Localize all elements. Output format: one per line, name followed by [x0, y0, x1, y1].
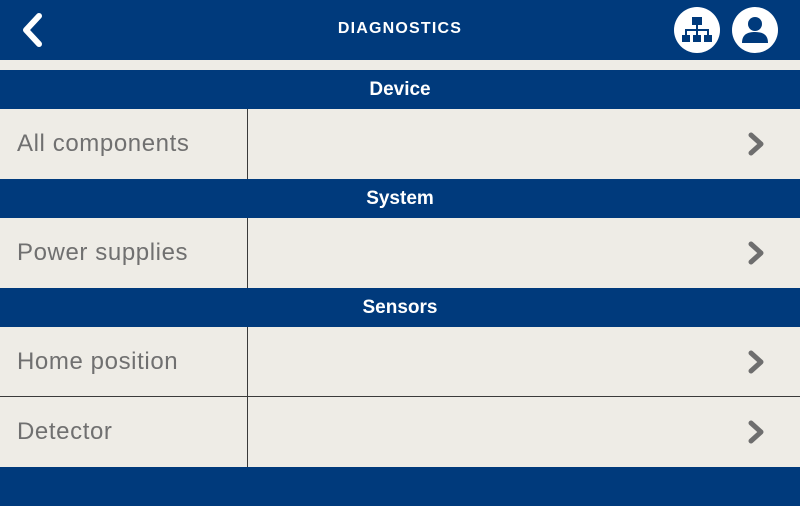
section-header-next [0, 467, 800, 506]
list-item-label: Power supplies [17, 239, 189, 266]
page-title: DIAGNOSTICS [337, 20, 463, 37]
section-header-system: System [0, 179, 800, 218]
column-divider [247, 327, 248, 396]
list-item-all-components[interactable]: All components [0, 109, 800, 179]
chevron-left-icon [23, 13, 42, 47]
chevron-right-icon [748, 350, 764, 374]
column-divider [247, 397, 248, 467]
list-item-label: Detector [17, 418, 113, 445]
chevron-right-icon [748, 132, 764, 156]
network-button[interactable] [674, 7, 720, 53]
list-item-label: All components [17, 130, 190, 157]
diagnostics-list: Device All components System Power suppl… [0, 70, 800, 506]
network-hierarchy-icon [682, 17, 712, 42]
header-spacer [0, 60, 800, 70]
column-divider [247, 218, 248, 288]
column-divider [247, 109, 248, 179]
chevron-right-icon [748, 241, 764, 265]
list-item-power-supplies[interactable]: Power supplies [0, 218, 800, 288]
chevron-right-icon [748, 420, 764, 444]
user-icon [742, 17, 768, 43]
list-item-label: Home position [17, 348, 179, 375]
user-button[interactable] [732, 7, 778, 53]
section-header-sensors: Sensors [0, 288, 800, 327]
list-item-home-position[interactable]: Home position [0, 327, 800, 397]
section-header-device: Device [0, 70, 800, 109]
top-bar: DIAGNOSTICS [0, 0, 800, 60]
list-item-detector[interactable]: Detector [0, 397, 800, 467]
back-button[interactable] [14, 10, 50, 50]
